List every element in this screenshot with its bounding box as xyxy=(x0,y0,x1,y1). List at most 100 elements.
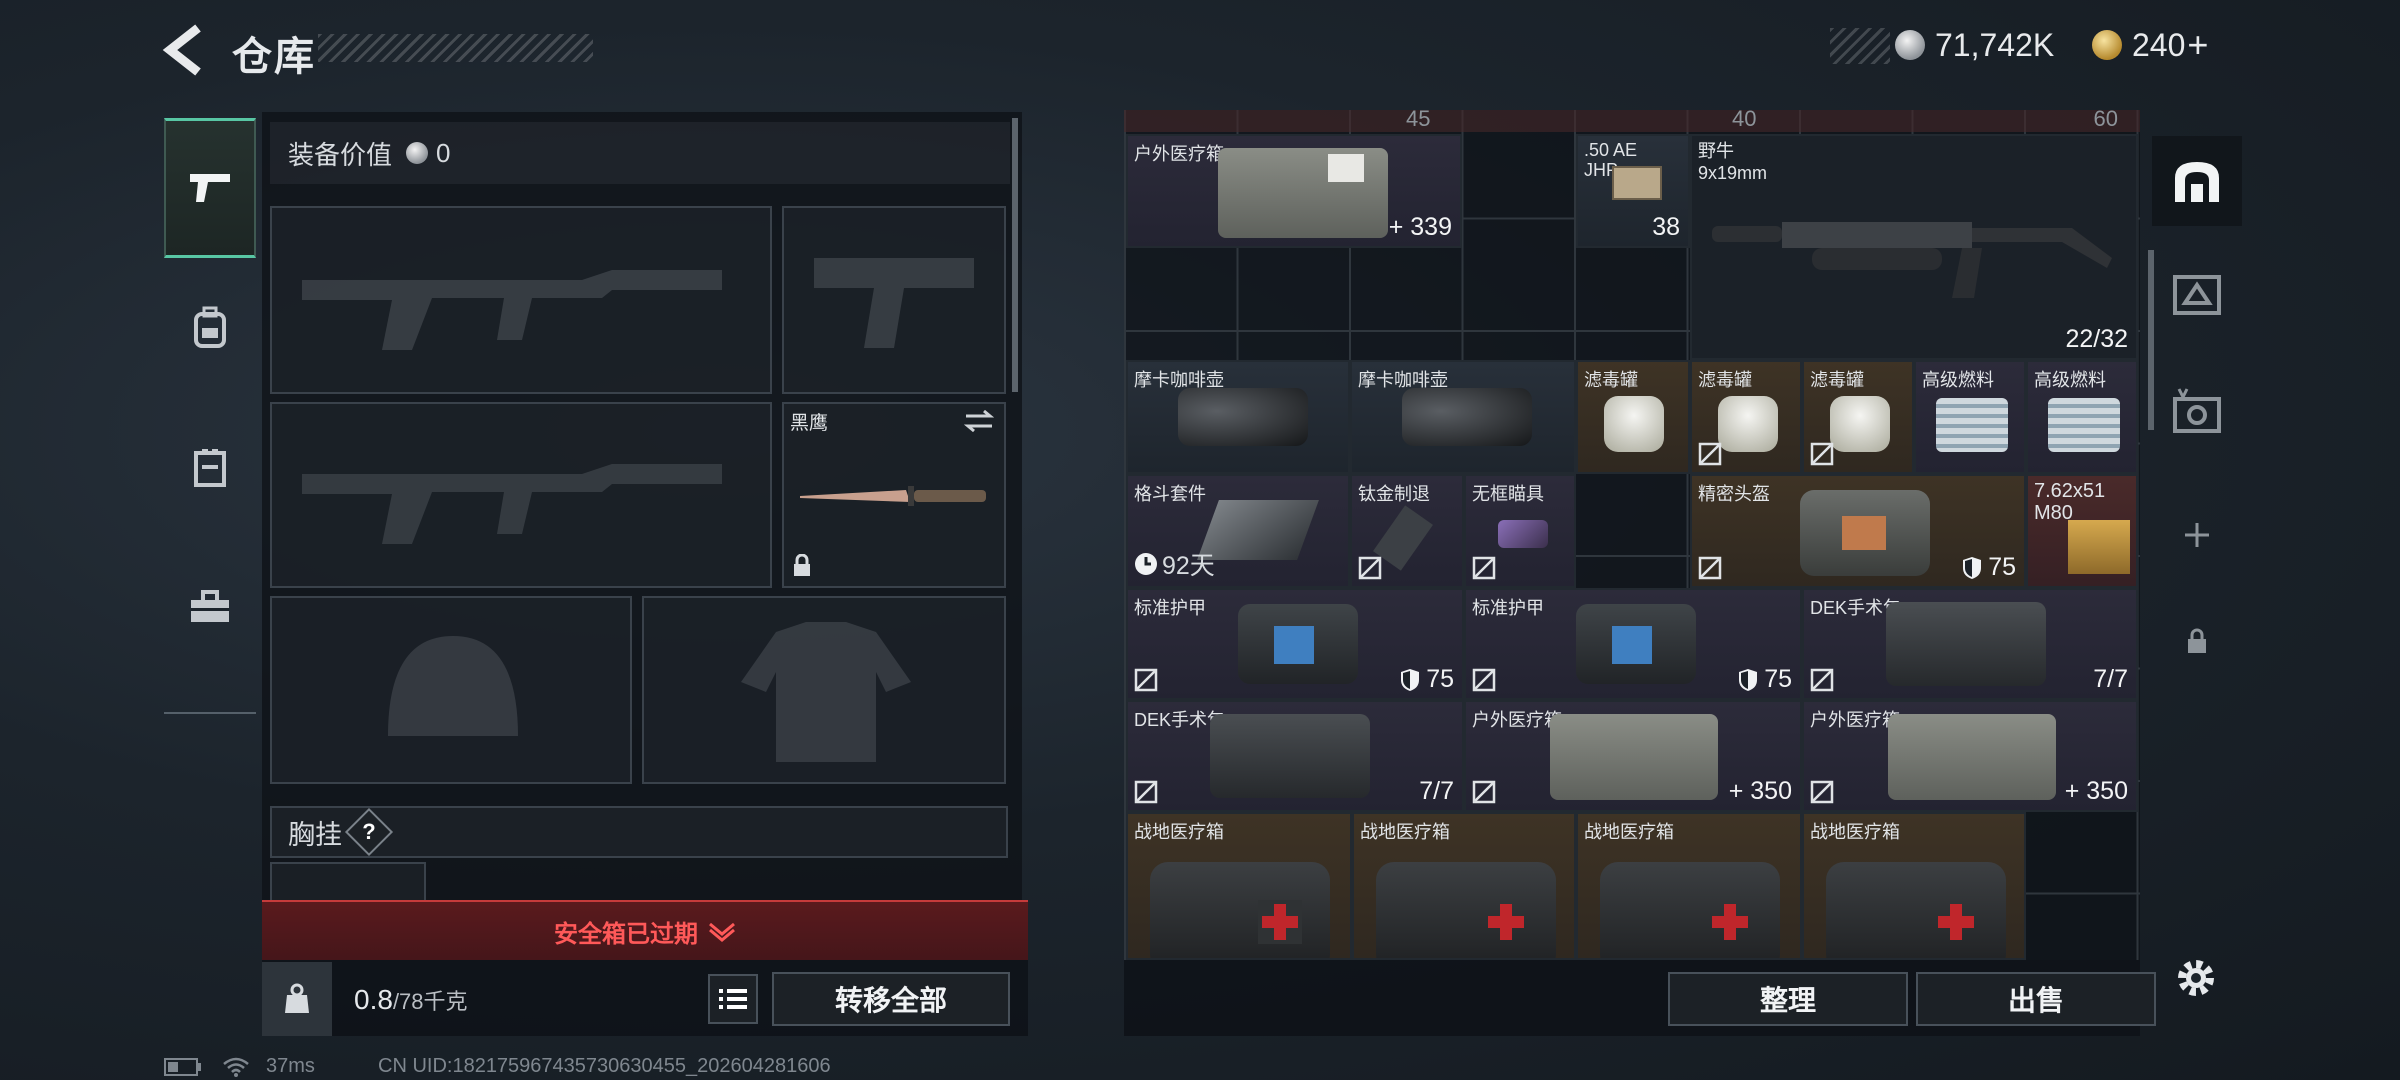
silver-coin-icon xyxy=(406,142,429,164)
storage-tab-3[interactable] xyxy=(2152,366,2242,456)
safe-box-expired-banner[interactable]: 安全箱已过期 xyxy=(262,900,1028,960)
equipment-value-label: 装备价值 xyxy=(288,139,393,170)
canister-image xyxy=(1718,396,1778,452)
equipment-value-row: 装备价值 0 xyxy=(270,122,1010,184)
lock-icon xyxy=(2188,628,2206,653)
item-name: 户外医疗箱 xyxy=(1810,710,1900,730)
list-view-button[interactable] xyxy=(708,974,758,1024)
inventory-item-mocha-pot[interactable]: 摩卡咖啡壶 xyxy=(1350,360,1576,474)
shield-icon xyxy=(1739,668,1758,691)
melee-slot[interactable]: 黑鹰 xyxy=(782,402,1006,588)
top-row-count: 60 xyxy=(2093,106,2118,131)
inventory-item-field-medkit[interactable]: 战地医疗箱 xyxy=(1576,812,1802,960)
surgery-kit-image xyxy=(1210,714,1370,798)
melee-name: 黑鹰 xyxy=(790,413,829,434)
item-name: 标准护甲 xyxy=(1134,598,1206,618)
inventory-item-gas-canister[interactable]: 滤毒罐 xyxy=(1690,360,1802,474)
item-count: 38 xyxy=(1652,213,1680,241)
plus-icon xyxy=(2185,523,2209,547)
inventory-item-outdoor-medkit[interactable]: 户外医疗箱 + 339 xyxy=(1126,134,1462,248)
transfer-all-button[interactable]: 转移全部 xyxy=(772,972,1010,1026)
inventory-item-precision-helmet[interactable]: 精密头盔 75 xyxy=(1690,474,2026,588)
swap-icon[interactable] xyxy=(964,410,994,432)
coffee-pot-image xyxy=(1402,388,1532,446)
storage-tab-main[interactable] xyxy=(2152,136,2242,226)
item-name: 精密头盔 xyxy=(1698,484,1770,504)
storage-v-icon xyxy=(2173,388,2221,433)
field-medkit-image xyxy=(1150,862,1330,958)
gear-icon[interactable] xyxy=(2174,956,2218,1000)
inventory-item-combat-kit[interactable]: 格斗套件 92天 xyxy=(1126,474,1350,588)
no-transfer-icon xyxy=(1472,780,1496,804)
helmet-slot[interactable] xyxy=(270,596,632,784)
currency-decoration xyxy=(1830,28,1890,64)
body-armor-slot[interactable] xyxy=(642,596,1006,784)
inventory-item-field-medkit[interactable]: 战地医疗箱 xyxy=(1126,812,1352,960)
item-name: 战地医疗箱 xyxy=(1134,822,1224,842)
item-durability: 75 xyxy=(1738,665,1792,694)
inventory-item-mocha-pot[interactable]: 摩卡咖啡壶 xyxy=(1126,360,1350,474)
inventory-item-standard-armor[interactable]: 标准护甲 75 xyxy=(1126,588,1464,700)
inventory-item-field-medkit[interactable]: 战地医疗箱 xyxy=(1352,812,1576,960)
inventory-item-premium-fuel[interactable]: 高级燃料 xyxy=(1914,360,2026,474)
item-name: 战地医疗箱 xyxy=(1584,822,1674,842)
inventory-item-premium-fuel[interactable]: 高级燃料 xyxy=(2026,360,2138,474)
armor-patch xyxy=(1612,626,1652,664)
combat-kit-image xyxy=(1197,500,1319,560)
device-status: 37ms xyxy=(164,1055,315,1078)
rail-weapons[interactable] xyxy=(164,118,256,258)
chest-rig-row[interactable]: 胸挂 ? xyxy=(270,806,1008,858)
inventory-item-gas-canister[interactable]: 滤毒罐 xyxy=(1576,360,1690,474)
pistol-slot[interactable] xyxy=(782,206,1006,394)
gold-coin-icon xyxy=(2092,30,2122,60)
clock-icon xyxy=(1135,553,1157,575)
add-storage-button[interactable] xyxy=(2152,490,2242,580)
locked-storage-slot[interactable] xyxy=(2152,596,2242,686)
rifle-silhouette-icon xyxy=(302,270,722,350)
primary-weapon-slot[interactable] xyxy=(270,206,772,394)
item-count: 7/7 xyxy=(2093,665,2128,693)
weight-capacity: /78千克 xyxy=(392,989,468,1014)
inventory-item-ammo-50ae[interactable]: .50 AE JHP 38 xyxy=(1576,134,1690,248)
inventory-item-outdoor-medkit[interactable]: 户外医疗箱 + 350 xyxy=(1464,700,1802,812)
inventory-item-ammo-762[interactable]: 7.62x51 M80 xyxy=(2026,474,2138,588)
canister-image xyxy=(1830,396,1890,452)
no-transfer-icon xyxy=(1810,668,1834,692)
secondary-weapon-slot[interactable] xyxy=(270,402,772,588)
red-cross xyxy=(1712,916,1748,928)
rail-tools[interactable] xyxy=(164,538,256,678)
help-icon[interactable]: ? xyxy=(344,807,394,857)
gold-currency[interactable]: 240 + xyxy=(2092,24,2208,66)
no-transfer-icon xyxy=(1134,780,1158,804)
back-arrow-icon[interactable] xyxy=(160,22,206,78)
sell-button[interactable]: 出售 xyxy=(1916,972,2156,1026)
inventory-item-outdoor-medkit[interactable]: 户外医疗箱 + 350 xyxy=(1802,700,2138,812)
inventory-item-frameless-sight[interactable]: 无框瞄具 xyxy=(1464,474,1576,588)
field-medkit-image xyxy=(1600,862,1780,958)
surgery-kit-image xyxy=(1886,602,2046,686)
item-durability: 75 xyxy=(1962,553,2016,582)
inventory-item-bizon-smg[interactable]: 野牛 9x19mm 22/32 xyxy=(1690,134,2138,360)
inventory-item-field-medkit[interactable]: 战地医疗箱 xyxy=(1802,812,2026,960)
chest-rig-slot[interactable] xyxy=(270,862,426,902)
wifi-icon xyxy=(223,1057,249,1077)
red-cross xyxy=(1938,916,1974,928)
inventory-item-standard-armor[interactable]: 标准护甲 75 xyxy=(1464,588,1802,700)
rail-backpack[interactable] xyxy=(164,258,256,398)
pistol-silhouette-icon xyxy=(814,258,974,348)
equipment-scrollbar[interactable] xyxy=(1012,118,1018,392)
inventory-item-gas-canister[interactable]: 滤毒罐 xyxy=(1802,360,1914,474)
silver-currency[interactable]: 71,742K xyxy=(1895,24,2054,66)
sort-button[interactable]: 整理 xyxy=(1668,972,1908,1026)
inventory-item-dek-surgery-kit[interactable]: DEK手术包 7/7 xyxy=(1126,700,1464,812)
gold-plus[interactable]: + xyxy=(2187,24,2208,66)
inventory-item-dek-surgery-kit[interactable]: DEK手术包 7/7 xyxy=(1802,588,2138,700)
inventory-item-titanium-brake[interactable]: 钛金制退 xyxy=(1350,474,1464,588)
list-icon xyxy=(719,989,747,1009)
weight-value: 0.8 xyxy=(354,984,393,1015)
field-medkit-image xyxy=(1376,862,1556,958)
rail-armor[interactable] xyxy=(164,398,256,538)
storage-tab-2[interactable] xyxy=(2152,248,2242,338)
vault-icon xyxy=(2175,162,2219,202)
item-name: 战地医疗箱 xyxy=(1810,822,1900,842)
